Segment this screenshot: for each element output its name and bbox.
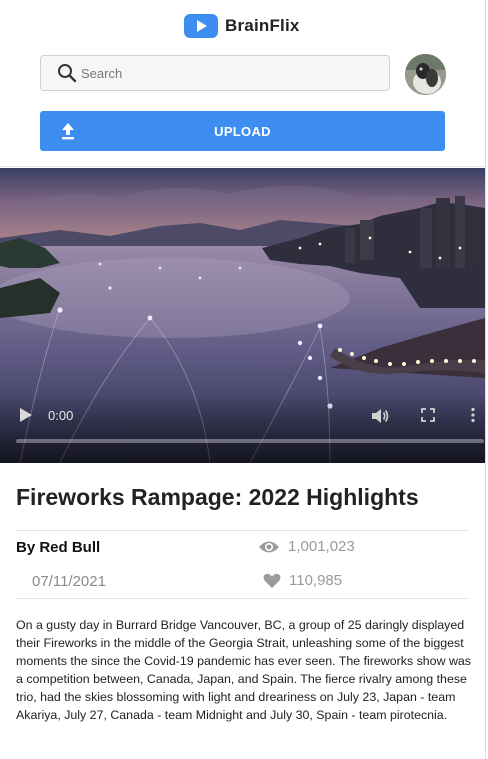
upload-icon [62, 123, 74, 140]
likes-count: 110,985 [289, 572, 343, 589]
meta-top-divider [16, 530, 469, 531]
more-icon[interactable] [470, 407, 476, 423]
brand-name: BrainFlix [225, 16, 300, 35]
meta-bottom-divider [16, 598, 469, 599]
likes-count-group[interactable]: 110,985 [263, 572, 342, 589]
video-description: On a gusty day in Burrard Bridge Vancouv… [16, 618, 471, 722]
upload-label: UPLOAD [214, 123, 271, 139]
search-icon [58, 64, 77, 83]
header-divider [0, 166, 485, 167]
video-progress-bar[interactable] [16, 439, 484, 443]
play-icon[interactable] [20, 408, 32, 422]
video-controls-overlay [0, 393, 485, 463]
page-edge-line [485, 0, 486, 759]
eye-icon [259, 541, 279, 552]
user-avatar[interactable] [405, 54, 446, 95]
search-bar[interactable] [40, 55, 390, 91]
upload-button[interactable]: UPLOAD [40, 111, 445, 151]
search-input[interactable] [81, 65, 361, 81]
heart-icon[interactable] [263, 573, 281, 589]
play-icon [184, 14, 218, 38]
current-time: 0:00 [48, 408, 74, 423]
brand-logo[interactable]: BrainFlix [184, 14, 300, 38]
video-author: By Red Bull [16, 539, 101, 556]
video-player[interactable]: 0:00 [0, 168, 485, 463]
fullscreen-icon[interactable] [421, 408, 435, 422]
views-count: 1,001,023 [288, 538, 355, 555]
video-date: 07/11/2021 [32, 573, 106, 590]
video-title: Fireworks Rampage: 2022 Highlights [16, 484, 419, 510]
volume-icon[interactable] [372, 408, 390, 424]
views-count-group: 1,001,023 [258, 538, 355, 555]
